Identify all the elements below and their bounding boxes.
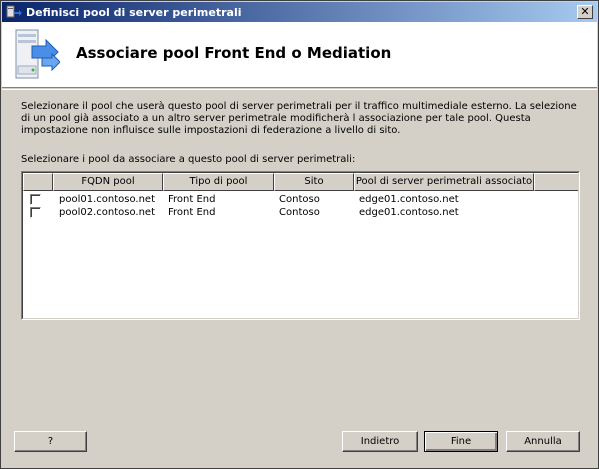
title-bar[interactable]: Definisci pool di server perimetrali ✕ [2, 2, 597, 22]
page-title: Associare pool Front End o Mediation [76, 44, 392, 62]
column-header-edge[interactable]: Pool di server perimetrali associato [354, 173, 534, 191]
list-label: Selezionare i pool da associare a questo… [21, 154, 356, 165]
help-button[interactable]: ? [14, 431, 87, 452]
description-text: Selezionare il pool che userà questo poo… [21, 101, 577, 136]
row-checkbox[interactable] [30, 207, 41, 218]
finish-button[interactable]: Fine [424, 431, 498, 452]
back-button[interactable]: Indietro [342, 431, 418, 452]
cell-site: Contoso [279, 207, 320, 218]
server-network-icon [6, 5, 22, 18]
row-checkbox[interactable] [30, 194, 41, 205]
cancel-button[interactable]: Annulla [506, 431, 580, 452]
column-header-check[interactable] [23, 173, 53, 191]
column-header-type[interactable]: Tipo di pool [163, 173, 274, 191]
close-button[interactable]: ✕ [577, 5, 593, 19]
cell-fqdn: pool01.contoso.net [59, 194, 156, 205]
cell-edge: edge01.contoso.net [359, 207, 459, 218]
cell-fqdn: pool02.contoso.net [59, 207, 156, 218]
list-header: FQDN pool Tipo di pool Sito Pool di serv… [23, 173, 578, 191]
window-title: Definisci pool di server perimetrali [26, 5, 242, 19]
cell-type: Front End [168, 207, 216, 218]
wizard-header: Associare pool Front End o Mediation [2, 22, 597, 88]
column-header-site[interactable]: Sito [274, 173, 354, 191]
cell-edge: edge01.contoso.net [359, 194, 459, 205]
dialog-window: Definisci pool di server perimetrali ✕ A… [0, 0, 599, 469]
cell-type: Front End [168, 194, 216, 205]
pool-list[interactable]: FQDN pool Tipo di pool Sito Pool di serv… [21, 171, 580, 320]
header-divider [2, 89, 597, 90]
server-arrow-icon [15, 29, 60, 79]
column-header-fqdn[interactable]: FQDN pool [53, 173, 163, 191]
cell-site: Contoso [279, 194, 320, 205]
column-header-extra[interactable] [534, 173, 578, 191]
